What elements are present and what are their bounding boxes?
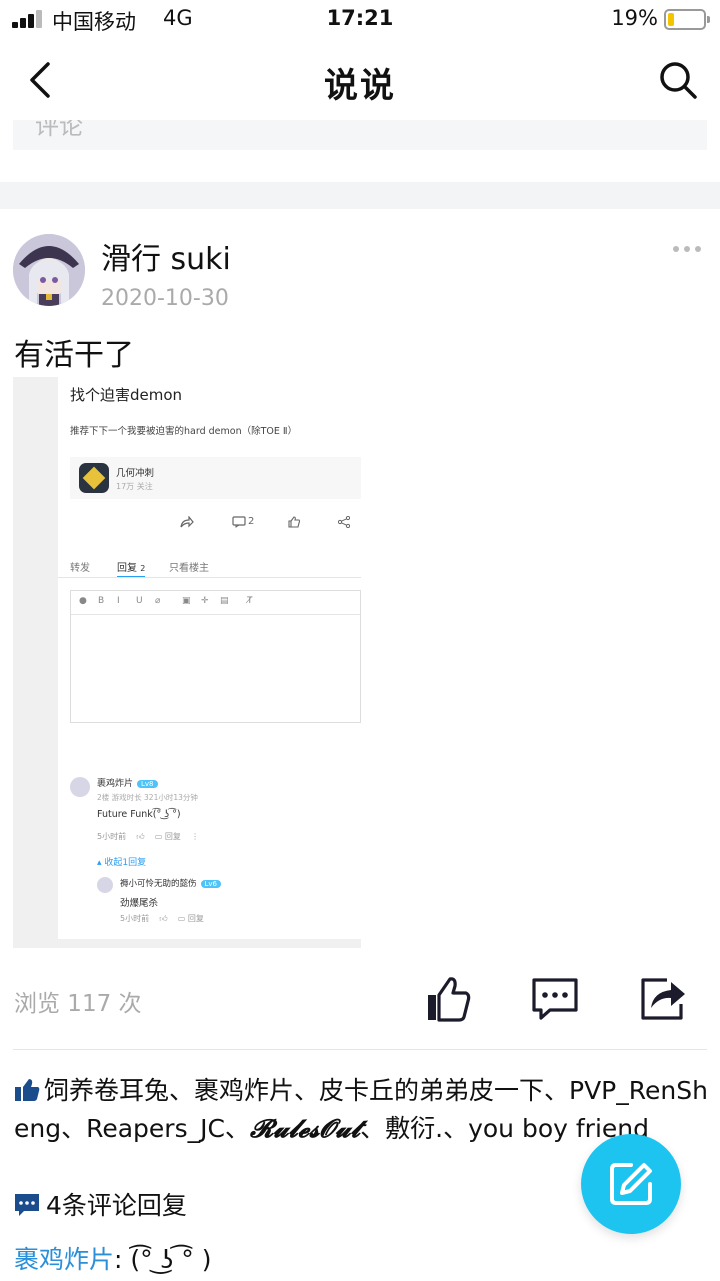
section-divider bbox=[0, 182, 720, 209]
author-avatar[interactable] bbox=[13, 234, 85, 306]
game-icon bbox=[79, 463, 109, 493]
image-toolbar-button: U bbox=[136, 596, 143, 606]
comment-bubble-icon[interactable] bbox=[530, 974, 580, 1024]
image-reply-user: 褥小可怜无助的懿伤 Lv6 bbox=[120, 877, 222, 889]
image-reply-avatar bbox=[97, 877, 113, 893]
image-bottom-margin bbox=[58, 939, 361, 948]
image-topic-followers: 17万 关注 bbox=[116, 482, 153, 491]
likes-list: 饲养卷耳兔、裹鸡炸片、皮卡丘的弟弟皮一下、PVP_RenSheng、Reaper… bbox=[14, 1072, 708, 1148]
thumbs-up-icon[interactable] bbox=[423, 974, 473, 1024]
image-toolbar-button: T̸ bbox=[247, 596, 253, 606]
likes-fancy-name[interactable]: 𝓡𝓾𝓵𝓮𝓼𝓞𝓾𝓽 bbox=[250, 1114, 360, 1143]
image-divider bbox=[58, 577, 361, 578]
image-comment-text: Future Funk(͡° ͜ʖ ͡°) bbox=[97, 809, 181, 820]
post-date: 2020-10-30 bbox=[101, 286, 229, 311]
share-icon[interactable] bbox=[637, 974, 687, 1024]
image-comment-meta: 2楼 游戏时长 321小时13分钟 bbox=[97, 793, 198, 802]
image-editor-toolbar: ● B I U ⌀ ▣ ✛ ▤ T̸ bbox=[71, 591, 360, 615]
comment-user[interactable]: 裹鸡炸片 bbox=[14, 1245, 114, 1274]
comment-separator: : bbox=[114, 1245, 131, 1274]
image-reply-actions: 5小时前 👍︎ ▭ 回复 bbox=[120, 914, 204, 923]
image-toolbar-button: ⌀ bbox=[155, 596, 161, 606]
comment-text: (͡° ͜ʖ ͡° ) bbox=[130, 1245, 212, 1274]
post-text: 有活干了 bbox=[14, 338, 134, 373]
author-name[interactable]: 滑行 suki bbox=[101, 234, 231, 278]
image-post-title: 找个迫害demon bbox=[70, 386, 183, 404]
image-like-icon bbox=[288, 516, 301, 528]
comment-count-text: 4条评论回复 bbox=[46, 1191, 187, 1220]
status-bar: 中国移动 4G 17:21 19% bbox=[0, 0, 720, 40]
image-comment-actions: 5小时前 👍︎ ▭ 回复 ⋮ bbox=[97, 832, 200, 841]
image-toolbar-button: ● bbox=[79, 596, 87, 606]
image-toolbar-button: ▤ bbox=[220, 596, 229, 606]
image-tab-repost: 转发 bbox=[70, 563, 90, 574]
image-comment-icon bbox=[232, 516, 246, 528]
view-count: 浏览 117 次 bbox=[14, 991, 142, 1017]
thumbs-up-filled-icon bbox=[15, 1079, 40, 1101]
image-share-icon bbox=[180, 516, 194, 528]
more-dots-icon[interactable] bbox=[673, 246, 701, 252]
image-reply-text: 劲爆尾杀 bbox=[120, 898, 159, 909]
image-post-description: 推荐下下一个我要被迫害的hard demon（除TOE Ⅱ） bbox=[70, 426, 298, 437]
battery-icon bbox=[664, 9, 710, 30]
comment-item[interactable]: 裹鸡炸片: (͡° ͜ʖ ͡° ) bbox=[14, 1240, 212, 1276]
image-toolbar-button: ▣ bbox=[182, 596, 191, 606]
nav-bar: 说说 bbox=[0, 40, 720, 120]
image-editor: ● B I U ⌀ ▣ ✛ ▤ T̸ bbox=[70, 590, 361, 723]
divider bbox=[13, 1049, 707, 1050]
image-collapse-link: ▴ 收起1回复 bbox=[97, 858, 147, 868]
page-title: 说说 bbox=[324, 66, 396, 106]
comment-filled-icon bbox=[15, 1194, 39, 1216]
search-icon[interactable] bbox=[658, 60, 698, 100]
battery-percent: 19% bbox=[611, 6, 658, 30]
image-comment-user: 裹鸡炸片 Lv8 bbox=[97, 776, 158, 789]
post-image[interactable]: 找个迫害demon 推荐下下一个我要被迫害的hard demon（除TOE Ⅱ）… bbox=[13, 377, 361, 948]
image-topic-name: 几何冲刺 bbox=[116, 468, 155, 479]
image-comment-avatar bbox=[70, 777, 90, 797]
previous-card-text: 评论 bbox=[35, 120, 83, 140]
image-tab-op-only: 只看楼主 bbox=[169, 563, 209, 574]
comment-count: 4条评论回复 bbox=[14, 1186, 187, 1222]
image-toolbar-button: I bbox=[117, 596, 120, 606]
image-margin bbox=[13, 377, 58, 948]
image-share-node-icon bbox=[338, 516, 350, 528]
edit-icon bbox=[610, 1163, 652, 1205]
image-topic-card: 几何冲刺 17万 关注 bbox=[70, 457, 361, 499]
image-comment-count: 2 bbox=[248, 516, 255, 527]
compose-button[interactable] bbox=[581, 1134, 681, 1234]
previous-card: 评论 bbox=[13, 120, 707, 150]
image-toolbar-button: ✛ bbox=[201, 596, 209, 606]
likes-names-rest[interactable]: 、敷衍.、you boy friend bbox=[360, 1114, 649, 1143]
image-tab-reply: 回复 2 bbox=[117, 559, 146, 578]
image-toolbar-button: B bbox=[98, 596, 105, 606]
